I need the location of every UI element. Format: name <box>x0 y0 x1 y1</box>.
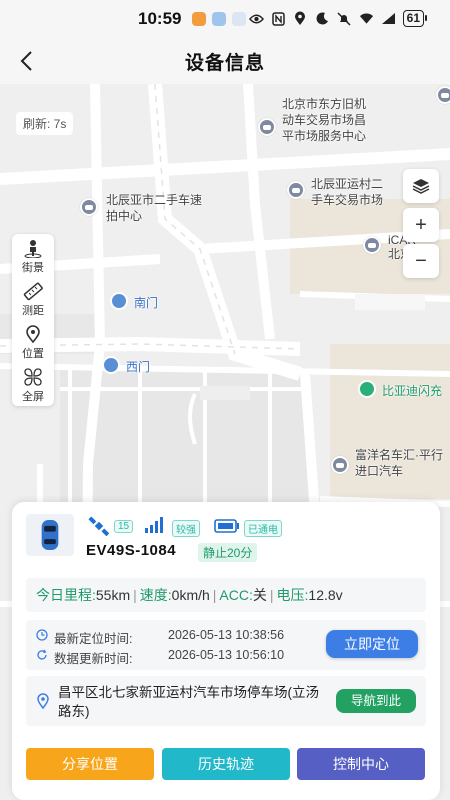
location-pin-icon <box>37 693 49 709</box>
wifi-icon <box>359 11 374 26</box>
mileage-value: 55km <box>95 587 131 603</box>
ruler-icon <box>23 282 43 301</box>
status-time: 10:59 <box>138 9 182 28</box>
zoom-in-button[interactable]: + <box>403 208 439 242</box>
refresh-countdown: 刷新: 7s <box>16 112 74 135</box>
satellite-count: 15 <box>114 520 134 533</box>
gate-label-west: 西门 <box>126 360 151 374</box>
street-view-icon <box>24 240 42 258</box>
stats-bar: 今日里程:55km | 速度:0km/h | ACC:关 | 电压:12.8v <box>26 578 426 612</box>
layers-button[interactable] <box>403 169 439 203</box>
clock-icon <box>36 629 48 641</box>
signal-strength: 较强 <box>172 520 200 537</box>
street-view-button[interactable]: 街景 <box>12 234 54 276</box>
control-center-button[interactable]: 控制中心 <box>297 748 425 780</box>
license-plate: EV49S-1084 <box>86 542 177 559</box>
battery-indicator: 61 <box>402 10 428 27</box>
mute-icon <box>337 11 352 26</box>
app-notification-icon <box>192 12 206 26</box>
locate-time-value: 2026-05-13 10:38:56 <box>168 628 285 642</box>
car-icon <box>41 520 59 550</box>
app-notification-icon-2 <box>232 12 246 26</box>
status-bar: 10:59 61 <box>0 0 450 38</box>
refresh-icon <box>37 649 47 660</box>
car-dealer-icon <box>363 236 381 254</box>
power-status: 已通电 <box>244 520 282 537</box>
poi-label: 北辰亚市二手车速拍中心 <box>106 193 203 223</box>
gate-label-south: 南门 <box>134 296 159 310</box>
battery-icon <box>214 519 240 538</box>
voltage-value: 12.8v <box>308 587 343 603</box>
history-track-button[interactable]: 历史轨迹 <box>162 748 290 780</box>
poi-label: 北京市东方旧机动车交易市场昌平市场服务中心 <box>282 97 367 143</box>
navigate-button[interactable]: 导航到此 <box>336 689 416 713</box>
map-pin-icon <box>26 325 40 344</box>
fullscreen-icon <box>24 368 42 386</box>
cellular-icon <box>381 11 396 26</box>
nav-bar: 设备信息 <box>0 38 450 84</box>
locate-time-label: 最新定位时间: <box>54 632 133 646</box>
car-dealer-icon <box>80 198 98 216</box>
mileage-label: 今日里程: <box>36 587 96 603</box>
update-time-value: 2026-05-13 10:56:10 <box>168 648 285 662</box>
time-info: 最新定位时间: 2026-05-13 10:38:56 数据更新时间: 2026… <box>26 620 426 670</box>
address-info: 昌平区北七家新亚运村汽车市场停车场(立汤路东) 导航到此 <box>26 676 426 726</box>
gate-icon <box>110 292 128 310</box>
car-dealer-icon <box>258 118 276 136</box>
eye-icon <box>248 11 264 26</box>
voltage-label: 电压: <box>276 587 309 603</box>
fullscreen-button[interactable]: 全屏 <box>12 363 54 405</box>
map-tool-panel: 街景 测距 位置 全屏 <box>12 234 54 406</box>
car-dealer-icon <box>436 86 450 104</box>
location-button[interactable]: 位置 <box>12 320 54 362</box>
speed-label: 速度: <box>139 587 172 603</box>
device-info-card: 15 较强 已通电 EV49S-1084 静止20分 今日里程:55km | 速度:… <box>12 502 440 800</box>
location-label: 位置 <box>22 348 44 360</box>
ev-charging-icon <box>358 380 376 398</box>
ev-label: 比亚迪闪充 <box>382 384 443 398</box>
car-dealer-icon <box>287 181 305 199</box>
fullscreen-label: 全屏 <box>22 391 44 403</box>
vehicle-thumbnail <box>26 514 74 556</box>
moon-icon <box>315 11 330 26</box>
share-location-button[interactable]: 分享位置 <box>26 748 154 780</box>
poi-label: 富洋名车汇·平行进口汽车 <box>355 448 443 478</box>
address-text: 昌平区北七家新亚运村汽车市场停车场(立汤路东) <box>58 685 319 719</box>
measure-button[interactable]: 测距 <box>12 277 54 319</box>
nfc-icon <box>271 11 286 26</box>
gate-icon <box>102 356 120 374</box>
acc-label: ACC: <box>219 587 253 603</box>
page-title: 设备信息 <box>184 53 265 74</box>
poi-label: 北辰亚运村二手车交易市场 <box>311 177 384 207</box>
car-dealer-icon <box>331 456 349 474</box>
motion-status-badge: 静止20分 <box>198 543 258 562</box>
layers-icon <box>412 179 430 194</box>
zoom-out-button[interactable]: − <box>403 244 439 278</box>
locate-now-button[interactable]: 立即定位 <box>326 630 418 658</box>
signal-icon <box>144 516 166 539</box>
measure-label: 测距 <box>22 305 44 317</box>
satellite-icon <box>88 516 110 541</box>
speed-value: 0km/h <box>171 587 210 603</box>
street-view-label: 街景 <box>22 262 44 274</box>
update-time-label: 数据更新时间: <box>54 652 133 666</box>
location-icon <box>293 11 308 26</box>
acc-value: 关 <box>252 587 267 603</box>
weather-icon <box>212 12 226 26</box>
